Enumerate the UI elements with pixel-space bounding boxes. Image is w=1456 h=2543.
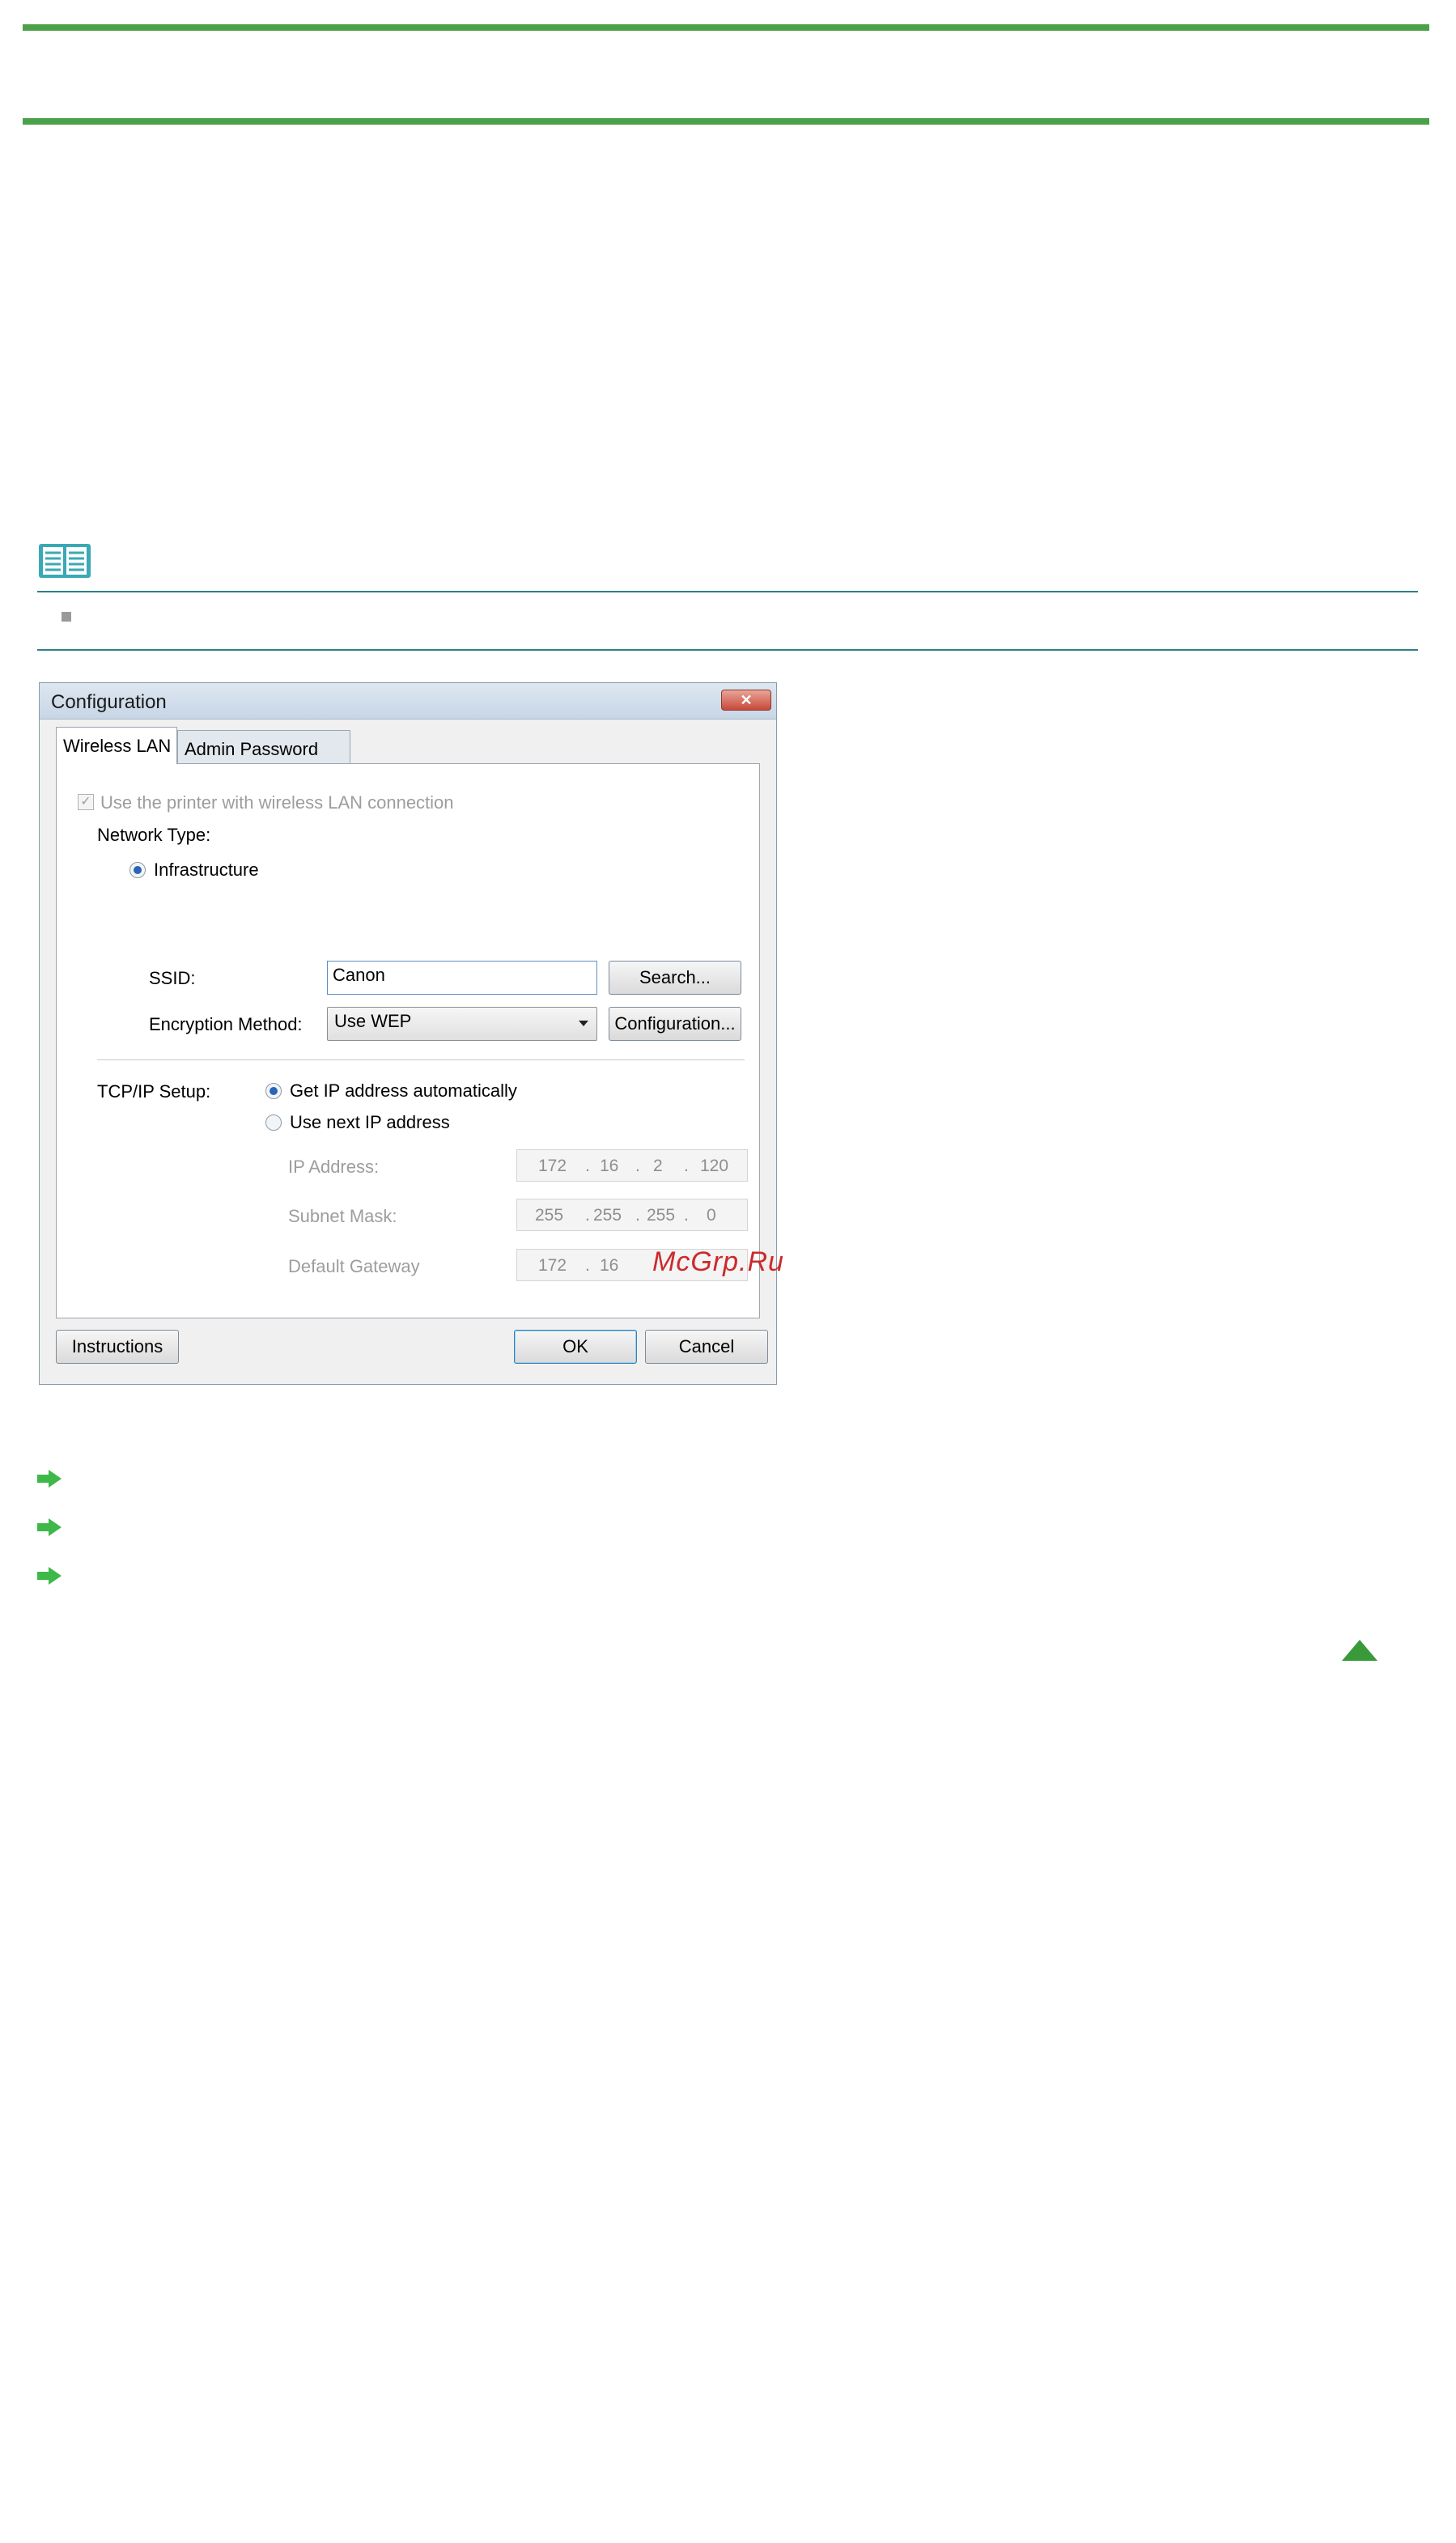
note-book-icon [39, 544, 91, 578]
configuration-button[interactable]: Configuration... [609, 1007, 741, 1041]
instructions-button[interactable]: Instructions [56, 1330, 179, 1364]
use-wireless-label: Use the printer with wireless LAN connec… [100, 792, 454, 813]
ip-octet: 16 [600, 1157, 619, 1175]
close-icon[interactable] [721, 690, 771, 711]
ip-octet: 255 [647, 1206, 676, 1225]
dialog-title: Configuration [51, 691, 167, 713]
tab-admin-password[interactable]: Admin Password [177, 730, 350, 764]
encryption-method-label: Encryption Method: [149, 1014, 303, 1034]
ip-dot: . [635, 1157, 640, 1175]
ip-octet: 255 [535, 1206, 564, 1225]
ip-octet: 255 [593, 1206, 622, 1225]
ip-octet: 0 [707, 1206, 716, 1225]
header-rule-top [23, 24, 1429, 31]
header-rule-bottom [23, 118, 1429, 125]
auto-ip-label: Get IP address automatically [290, 1080, 517, 1101]
encryption-method-select[interactable]: Use WEP [327, 1007, 597, 1041]
up-triangle-icon[interactable] [1342, 1640, 1377, 1661]
ip-dot: . [684, 1206, 689, 1225]
ssid-label: SSID: [149, 968, 196, 988]
next-ip-radio[interactable] [265, 1114, 282, 1131]
ip-octet: 2 [653, 1157, 663, 1175]
note-bullet-icon [62, 612, 71, 622]
note-divider-bottom [37, 649, 1418, 651]
ip-address-field[interactable]: 172 . 16 . 2 . 120 [516, 1149, 748, 1182]
note-divider-top [37, 591, 1418, 592]
auto-ip-radio[interactable] [265, 1083, 282, 1099]
cancel-button[interactable]: Cancel [645, 1330, 768, 1364]
watermark: McGrp.Ru [652, 1246, 784, 1277]
search-button[interactable]: Search... [609, 961, 741, 995]
use-wireless-checkbox[interactable]: ✓ [78, 794, 94, 810]
section-separator [97, 1059, 745, 1060]
ip-dot: . [684, 1157, 689, 1175]
subnet-mask-label: Subnet Mask: [288, 1206, 397, 1226]
ip-dot: . [635, 1206, 640, 1225]
dialog-titlebar: Configuration [40, 683, 776, 720]
tcpip-setup-label: TCP/IP Setup: [97, 1081, 211, 1102]
infrastructure-label: Infrastructure [154, 860, 259, 880]
tab-wireless-lan[interactable]: Wireless LAN [56, 727, 177, 764]
ip-octet: 120 [700, 1157, 729, 1175]
ip-octet: 172 [538, 1157, 567, 1175]
ssid-input[interactable]: Canon [327, 961, 597, 995]
network-type-label: Network Type: [97, 825, 211, 845]
configuration-dialog: Configuration Wireless LAN Admin Passwor… [39, 682, 777, 1385]
ip-octet: 172 [538, 1256, 567, 1275]
ip-dot: . [585, 1206, 590, 1225]
chevron-down-icon [579, 1021, 588, 1026]
ip-address-label: IP Address: [288, 1157, 380, 1177]
default-gateway-label: Default Gateway [288, 1256, 420, 1276]
ip-octet: 16 [600, 1256, 619, 1275]
ok-button[interactable]: OK [514, 1330, 637, 1364]
ip-dot: . [585, 1256, 590, 1275]
ip-dot: . [585, 1157, 590, 1175]
encryption-method-value: Use WEP [334, 1011, 412, 1031]
right-arrow-icon[interactable] [37, 1518, 62, 1536]
right-arrow-icon[interactable] [37, 1567, 62, 1585]
right-arrow-icon[interactable] [37, 1470, 62, 1488]
infrastructure-radio[interactable] [129, 862, 146, 878]
subnet-mask-field[interactable]: 255 . 255 . 255 . 0 [516, 1199, 748, 1231]
wireless-lan-panel: ✓ Use the printer with wireless LAN conn… [56, 763, 760, 1318]
next-ip-label: Use next IP address [290, 1112, 450, 1132]
